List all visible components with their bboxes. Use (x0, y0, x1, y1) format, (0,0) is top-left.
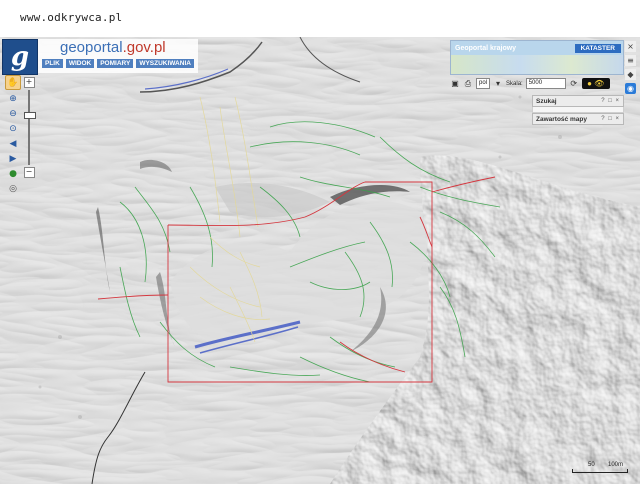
zoom-track[interactable] (24, 90, 36, 165)
zoom-thumb[interactable] (24, 112, 36, 119)
zoom-plus-button[interactable]: + (23, 77, 35, 88)
search-panel-title: Szukaj (536, 97, 557, 105)
prev-view-icon[interactable]: ◀ (6, 137, 20, 150)
save-icon[interactable]: ▣ (450, 79, 460, 89)
kataster-badge[interactable]: KATASTER (574, 44, 621, 53)
overview-strip (451, 55, 623, 74)
refresh-icon[interactable]: ⟳ (569, 79, 579, 89)
close-icon[interactable]: × (625, 41, 636, 52)
search-panel-controls[interactable]: ? □ × (601, 98, 620, 104)
scale-label: Skala: (506, 80, 523, 87)
eye-toggle-icon[interactable]: ● 👁 (581, 78, 610, 89)
menu-widok[interactable]: WIDOK (65, 59, 95, 68)
zoom-box-icon[interactable]: ⊙ (6, 122, 20, 135)
contents-panel-controls[interactable]: ? □ × (601, 116, 620, 122)
geoportal-g-logo-icon[interactable]: g (2, 39, 38, 75)
main-menu: PLIK WIDOK POMIARY WYSZUKIWANIA (42, 59, 194, 68)
scale-mid-label: 50 (588, 462, 595, 468)
menu-wyszukiwania[interactable]: WYSZUKIWANIA (136, 59, 194, 68)
overview-map[interactable]: Geoportal krajowy KATASTER (450, 40, 624, 75)
zoom-minus-button[interactable]: − (23, 167, 35, 178)
contents-panel-title: Zawartość mapy (536, 115, 587, 123)
zoom-out-icon[interactable]: ⊖ (6, 107, 20, 120)
map-viewport[interactable]: g geoportal.gov.pl PLIK WIDOK POMIARY WY… (0, 37, 640, 484)
search-panel-header[interactable]: Szukaj ? □ × (532, 95, 624, 107)
menu-plik[interactable]: PLIK (42, 59, 63, 68)
globe-icon[interactable]: ◉ (625, 83, 636, 94)
next-view-icon[interactable]: ▶ (6, 152, 20, 165)
chevron-down-icon[interactable]: ▾ (493, 79, 503, 89)
contents-panel-header[interactable]: Zawartość mapy ? □ × (532, 113, 624, 125)
wordmark-domain: .gov.pl (122, 39, 166, 56)
print-icon[interactable]: ⎙ (463, 79, 473, 89)
map-toolbar: ▣ ⎙ pol ▾ Skala: 5000 ⟳ ● 👁 (450, 77, 622, 90)
zoom-in-icon[interactable]: ⊕ (6, 92, 20, 105)
layers-icon[interactable]: ≡ (625, 55, 636, 66)
watermark-text: www.odkrywca.pl (20, 11, 123, 24)
right-tool-column: × ≡ ◆ ◉ (625, 41, 637, 94)
wordmark-geo: geo (60, 39, 86, 56)
map-tool-column: ✋ ⊕ ⊖ ⊙ ◀ ▶ ● ◎ (4, 75, 22, 195)
scale-input[interactable]: 5000 (525, 78, 566, 89)
scale-end-label: 100m (608, 462, 624, 468)
wordmark-portal: portal (85, 39, 123, 56)
geoportal-logo[interactable]: g geoportal.gov.pl PLIK WIDOK POMIARY WY… (2, 39, 198, 75)
info-icon[interactable]: ● (6, 167, 20, 180)
settings-icon[interactable]: ◆ (625, 69, 636, 80)
language-select[interactable]: pol (476, 78, 491, 89)
menu-pomiary[interactable]: POMIARY (97, 59, 134, 68)
hand-icon[interactable]: ✋ (5, 75, 21, 90)
zoom-slider: + − (23, 77, 36, 178)
geoportal-wordmark: geoportal.gov.pl (60, 39, 194, 57)
overview-title: Geoportal krajowy (455, 45, 517, 52)
full-extent-icon[interactable]: ◎ (6, 182, 20, 195)
